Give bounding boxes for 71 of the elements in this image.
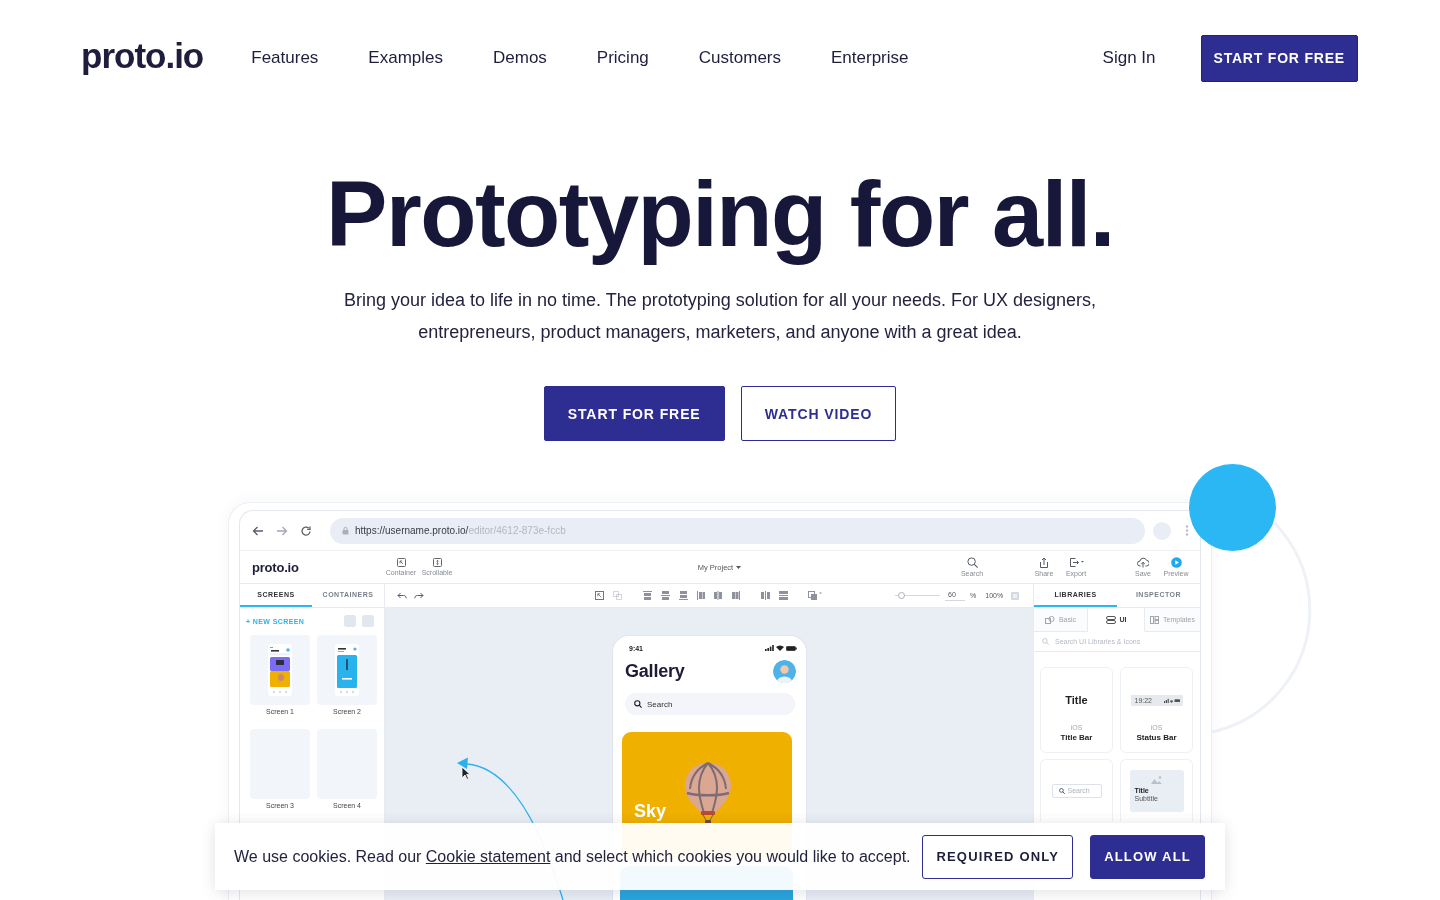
shapes-icon — [1044, 615, 1055, 624]
screen-thumbnail[interactable] — [317, 635, 377, 705]
undo-icon[interactable] — [397, 591, 407, 600]
distribute-vertical-icon[interactable] — [779, 591, 788, 600]
align-bottom-icon[interactable] — [679, 591, 688, 600]
search-icon — [1042, 638, 1049, 645]
container-icon — [396, 557, 406, 567]
nav-link[interactable]: Enterprise — [831, 48, 909, 68]
sign-in-link[interactable]: Sign In — [1102, 48, 1156, 68]
battery-icon — [786, 645, 797, 651]
align-center-icon[interactable] — [714, 591, 722, 600]
align-middle-icon[interactable] — [661, 591, 670, 600]
hero-subtitle: Bring your idea to life in no time. The prototyping solution for all your needs. For UX designers, entrepreneurs, product managers, marketers, and anyone with a great idea. — [342, 289, 1098, 344]
arrange-icon[interactable] — [808, 591, 822, 600]
component-name: Title Bar — [1060, 733, 1093, 743]
forward-icon[interactable] — [276, 524, 288, 537]
back-icon[interactable] — [252, 524, 264, 537]
component-name: Status Bar — [1136, 733, 1177, 743]
cloud-upload-icon — [1137, 556, 1149, 568]
screen-title: Gallery — [625, 660, 685, 682]
redo-icon[interactable] — [414, 591, 424, 600]
search-icon — [1058, 788, 1065, 794]
preview-title: Title — [1065, 694, 1088, 707]
start-for-free-button[interactable]: START FOR FREE — [543, 386, 725, 441]
export-icon — [1068, 556, 1084, 568]
screen-preview-drawing — [268, 644, 292, 696]
signal-icon — [765, 645, 774, 651]
nav-link[interactable]: Examples — [368, 48, 443, 68]
layout-icon — [1150, 615, 1160, 624]
caret-icon — [736, 565, 742, 569]
cookie-statement-link[interactable]: Cookie statement — [425, 847, 551, 865]
nav-link[interactable]: Pricing — [596, 48, 649, 68]
select-frame-icon[interactable] — [595, 591, 604, 600]
slider-thumb[interactable] — [898, 592, 906, 599]
reload-icon[interactable] — [300, 524, 312, 537]
zoom-slider[interactable] — [895, 592, 940, 599]
url-text: https://username.proto.io/editor/4612-873e-fccb — [355, 525, 566, 536]
status-indicators-icon — [1163, 698, 1180, 703]
align-top-icon[interactable] — [643, 591, 652, 600]
screen-thumbnail[interactable] — [250, 635, 310, 705]
search-icon — [634, 700, 642, 708]
image-icon — [1151, 776, 1162, 784]
address-bar[interactable]: https://username.proto.io/editor/4612-873e-fccb — [330, 517, 1145, 544]
ungroup-icon[interactable] — [613, 591, 622, 600]
screen-preview-drawing — [335, 644, 359, 696]
album-title: Sky — [634, 801, 667, 822]
watch-video-button[interactable]: WATCH VIDEO — [740, 386, 897, 441]
nav-link[interactable]: Demos — [493, 48, 547, 68]
start-for-free-button[interactable]: START FOR FREE — [1200, 34, 1358, 82]
ui-components-icon — [1105, 615, 1116, 624]
search-icon — [966, 556, 978, 568]
cursor-icon — [461, 766, 471, 780]
share-icon — [1039, 556, 1049, 568]
balloon-drawing — [683, 762, 733, 826]
avatar-icon[interactable] — [773, 659, 796, 683]
app-logo: proto.io — [252, 559, 299, 575]
wifi-icon — [776, 645, 784, 651]
search-field[interactable]: Search — [625, 693, 795, 715]
logo: proto.io — [81, 36, 204, 76]
hero-title: Prototyping for all. — [325, 164, 1115, 264]
scroll-icon — [432, 557, 442, 567]
nav-link[interactable]: Customers — [698, 48, 781, 68]
align-right-icon[interactable] — [732, 591, 740, 600]
more-icon[interactable] — [1185, 525, 1189, 536]
align-left-icon[interactable] — [697, 591, 705, 600]
nav-link[interactable]: Features — [251, 48, 319, 68]
play-icon — [1170, 556, 1182, 568]
required-only-button[interactable]: REQUIRED ONLY — [922, 834, 1074, 879]
allow-all-button[interactable]: ALLOW ALL — [1090, 834, 1205, 879]
lock-icon — [342, 526, 349, 535]
distribute-horizontal-icon[interactable] — [761, 591, 770, 600]
